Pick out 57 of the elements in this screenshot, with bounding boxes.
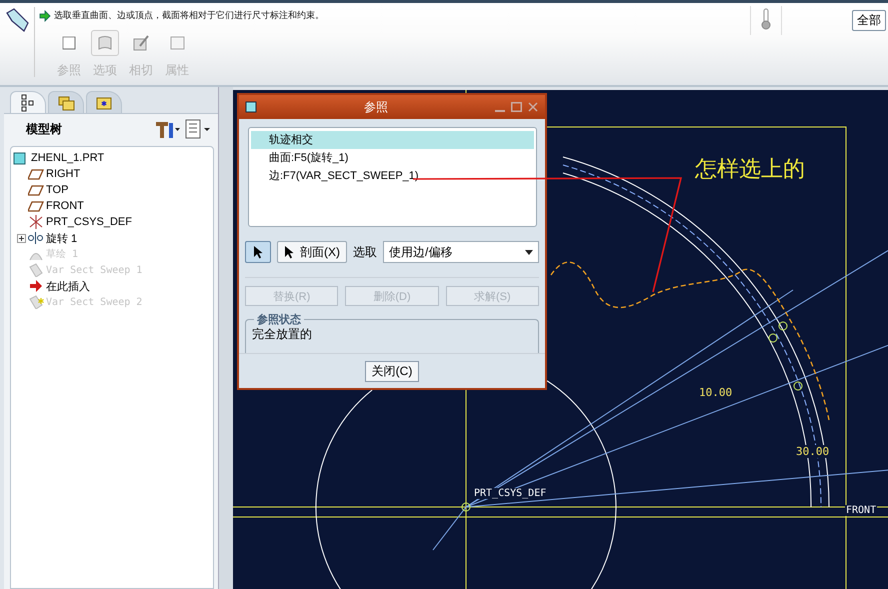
coordinate-system-icon	[28, 215, 44, 229]
pick-button[interactable]	[245, 241, 271, 263]
folders-icon	[58, 94, 74, 112]
tree-item[interactable]: ZHENL_1.PRT	[31, 152, 104, 164]
annotation-text: 怎样选上的	[695, 155, 805, 183]
window-icon	[245, 101, 257, 113]
sweep-icon	[28, 263, 44, 277]
tree-item[interactable]: TOP	[46, 184, 68, 196]
reference-icon	[60, 34, 78, 52]
thermometer-icon	[761, 8, 771, 30]
expand-toggle[interactable]	[17, 234, 26, 242]
tree-item[interactable]: RIGHT	[46, 168, 80, 180]
arrow-right-icon	[28, 279, 44, 293]
close-button[interactable]: 关闭(C)	[364, 360, 420, 382]
maximize-button[interactable]	[511, 102, 522, 112]
prompt-message: 选取垂直曲面、边或顶点，截面将相对于它们进行尺寸标注和约束。	[54, 9, 324, 22]
sweep-feature-icon	[4, 7, 30, 33]
pointer-icon	[284, 245, 294, 259]
close-button[interactable]	[528, 102, 539, 112]
options-icon	[96, 34, 114, 52]
tree-item[interactable]: PRT_CSYS_DEF	[46, 216, 132, 228]
tools-icon	[154, 119, 180, 139]
revolve-icon	[28, 231, 44, 245]
datum-plane-icon	[28, 183, 44, 197]
minimize-icon	[495, 110, 505, 112]
maximize-icon	[511, 102, 522, 112]
dimension-value: 30.00	[795, 445, 830, 458]
reference-item[interactable]: 轨迹相交	[251, 131, 534, 149]
reference-item[interactable]: 曲面:F5(旋转_1)	[251, 149, 534, 167]
tree-item[interactable]: FRONT	[46, 200, 84, 212]
plus-icon	[18, 234, 25, 242]
datum-plane-icon	[28, 199, 44, 213]
filter-button[interactable]: 全部	[852, 10, 886, 31]
panel-title: 模型树	[26, 120, 63, 138]
datum-label: FRONT	[845, 505, 878, 516]
tree-item[interactable]: 旋转 1	[46, 230, 78, 246]
arrow-right-icon	[39, 10, 51, 22]
select-dropdown[interactable]: 使用边/偏移	[383, 241, 539, 263]
tree-icon	[20, 94, 36, 112]
reference-item[interactable]: 边:F7(VAR_SECT_SWEEP_1)	[251, 167, 534, 185]
status-text: 完全放置的	[252, 327, 312, 341]
pointer-icon	[253, 245, 263, 259]
properties-icon	[168, 34, 186, 52]
close-icon	[528, 102, 539, 112]
dropdown-arrow-icon	[525, 250, 533, 254]
group-title: 参照状态	[254, 312, 304, 327]
coordinate-system-label: PRT_CSYS_DEF	[473, 488, 548, 499]
tangent-icon	[132, 34, 150, 52]
dialog-title: 参照	[363, 98, 389, 116]
sweep-icon	[28, 295, 44, 309]
tree-item[interactable]: 在此插入	[46, 278, 90, 294]
datum-plane-icon	[28, 167, 44, 181]
select-label: 选取	[353, 244, 377, 260]
dimension-value: 10.00	[698, 386, 734, 399]
navigator-tab[interactable]	[10, 91, 46, 113]
section-button[interactable]: 剖面(X)	[277, 241, 347, 263]
list-icon	[184, 119, 212, 139]
